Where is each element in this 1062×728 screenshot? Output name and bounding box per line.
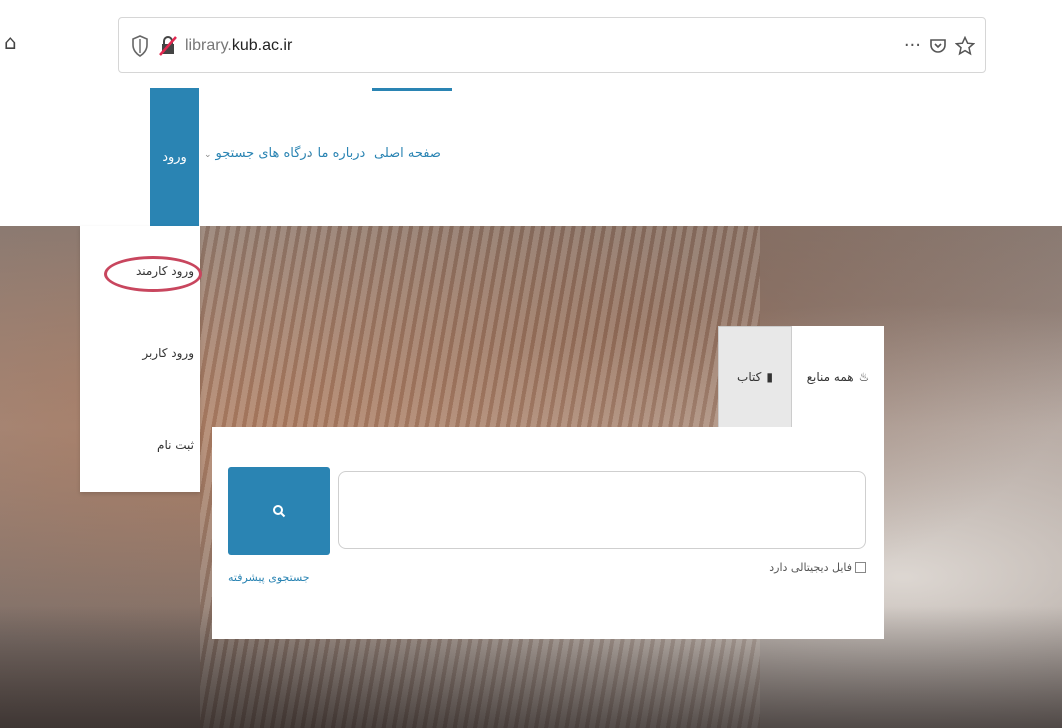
dropdown-item-register[interactable]: ثبت نام: [157, 438, 194, 452]
page-actions-icon[interactable]: ···: [904, 34, 921, 58]
digital-file-checkbox[interactable]: [855, 562, 866, 573]
login-dropdown: ورود کارمند ورود کاربر ثبت نام: [80, 226, 202, 492]
resources-icon: ♨: [858, 369, 870, 384]
url-bar[interactable]: library.kub.ac.ir ···: [118, 17, 986, 73]
nav-search-portals[interactable]: درگاه های جستجو⌄: [204, 146, 313, 161]
tracking-shield-icon[interactable]: [131, 35, 149, 57]
digital-file-label: فایل دیجیتالی دارد: [769, 561, 852, 574]
site-nav: ورود درگاه های جستجو⌄ درباره ما⌄ صفحه اص…: [0, 88, 1062, 226]
digital-file-filter[interactable]: فایل دیجیتالی دارد: [769, 561, 866, 574]
nav-search-portals-label: درگاه های جستجو: [215, 146, 313, 161]
search-button[interactable]: [228, 467, 330, 555]
insecure-connection-icon[interactable]: [159, 36, 177, 56]
chevron-down-icon: ⌄: [204, 150, 212, 160]
nav-login[interactable]: ورود: [150, 88, 199, 226]
tab-books[interactable]: ▮ کتاب: [718, 326, 792, 427]
home-icon[interactable]: ⌂: [4, 30, 28, 54]
nav-about[interactable]: درباره ما⌄: [306, 146, 365, 161]
tab-all-label: همه منابع: [806, 369, 854, 384]
url-domain: kub.ac.ir: [231, 37, 293, 54]
tab-books-label: کتاب: [737, 370, 762, 384]
nav-home-label: صفحه اصلی: [374, 146, 441, 161]
highlight-annotation: [104, 256, 202, 292]
nav-home[interactable]: صفحه اصلی: [374, 146, 441, 161]
nav-login-label: ورود: [162, 149, 187, 165]
nav-about-label: درباره ما: [317, 146, 366, 161]
book-icon: ▮: [766, 370, 773, 384]
url-text[interactable]: library.kub.ac.ir: [185, 35, 292, 57]
chevron-down-icon: ⌄: [306, 150, 314, 160]
search-icon: [273, 505, 286, 518]
active-nav-indicator: [372, 88, 452, 91]
url-actions: ···: [904, 34, 975, 58]
url-prefix: library.: [185, 37, 232, 54]
advanced-search-link[interactable]: جستجوی پیشرفته: [228, 571, 310, 584]
dropdown-item-user-login[interactable]: ورود کاربر: [142, 346, 194, 360]
browser-toolbar: ⌂ library.kub.ac.ir ···: [0, 0, 1062, 88]
bookmark-star-icon[interactable]: [955, 36, 975, 56]
search-input[interactable]: [338, 471, 866, 549]
tab-all-resources[interactable]: ♨ همه منابع: [792, 326, 884, 427]
search-tabs: ▮ کتاب ♨ همه منابع: [718, 326, 884, 427]
pocket-icon[interactable]: [929, 37, 947, 55]
search-panel: جستجوی پیشرفته فایل دیجیتالی دارد: [212, 427, 884, 639]
